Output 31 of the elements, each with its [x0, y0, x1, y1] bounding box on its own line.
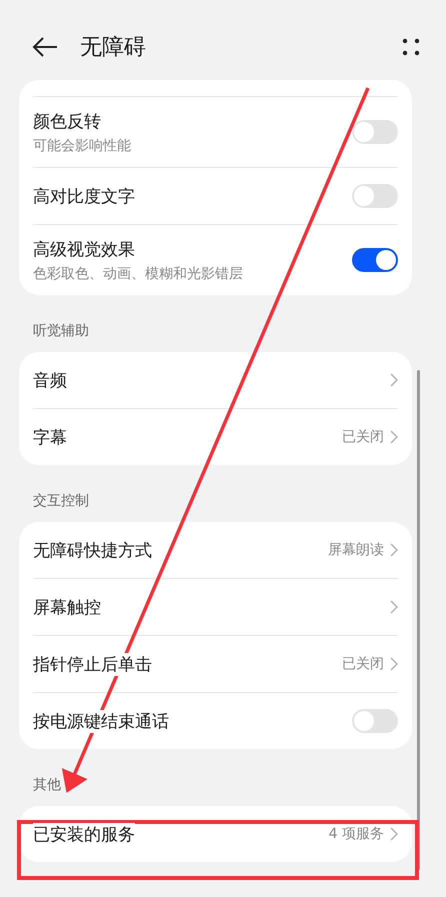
- section-header: 其他: [32, 776, 62, 795]
- section-header: 交互控制: [32, 492, 90, 511]
- toggle-switch[interactable]: [352, 184, 398, 208]
- setting-value: 4 项服务: [328, 825, 384, 843]
- setting-description: 可能会影响性能: [33, 136, 132, 154]
- more-icon[interactable]: [402, 38, 420, 56]
- setting-label[interactable]: 音频: [33, 368, 67, 392]
- chevron-icon: [390, 430, 398, 444]
- setting-label[interactable]: 按电源键结束通话: [33, 710, 169, 732]
- section-header: 听觉辅助: [32, 322, 90, 341]
- back-arrow-icon[interactable]: [32, 37, 58, 57]
- setting-label[interactable]: 高对比度文字: [33, 184, 135, 208]
- page-title: 无障碍: [80, 34, 147, 62]
- setting-label[interactable]: 颜色反转: [33, 110, 101, 132]
- setting-value: 已关闭: [342, 428, 384, 446]
- setting-label[interactable]: 字幕: [33, 426, 67, 448]
- setting-description: 色彩取色、动画、模糊和光影错层: [33, 264, 244, 282]
- toggle-switch[interactable]: [352, 120, 398, 144]
- setting-label[interactable]: 高级视觉效果: [33, 238, 135, 260]
- chevron-icon: [390, 827, 398, 841]
- chevron-icon: [390, 600, 398, 614]
- setting-label[interactable]: 无障碍快捷方式: [33, 538, 152, 562]
- toggle-switch[interactable]: [352, 248, 398, 272]
- setting-label[interactable]: 指针停止后单击: [33, 652, 152, 676]
- setting-value: 已关闭: [342, 655, 384, 673]
- chevron-icon: [390, 543, 398, 557]
- toggle-switch[interactable]: [352, 709, 398, 733]
- chevron-icon: [390, 657, 398, 671]
- setting-value: 屏幕朗读: [328, 541, 384, 559]
- chevron-icon: [390, 373, 398, 387]
- setting-label[interactable]: 已安装的服务: [33, 822, 135, 846]
